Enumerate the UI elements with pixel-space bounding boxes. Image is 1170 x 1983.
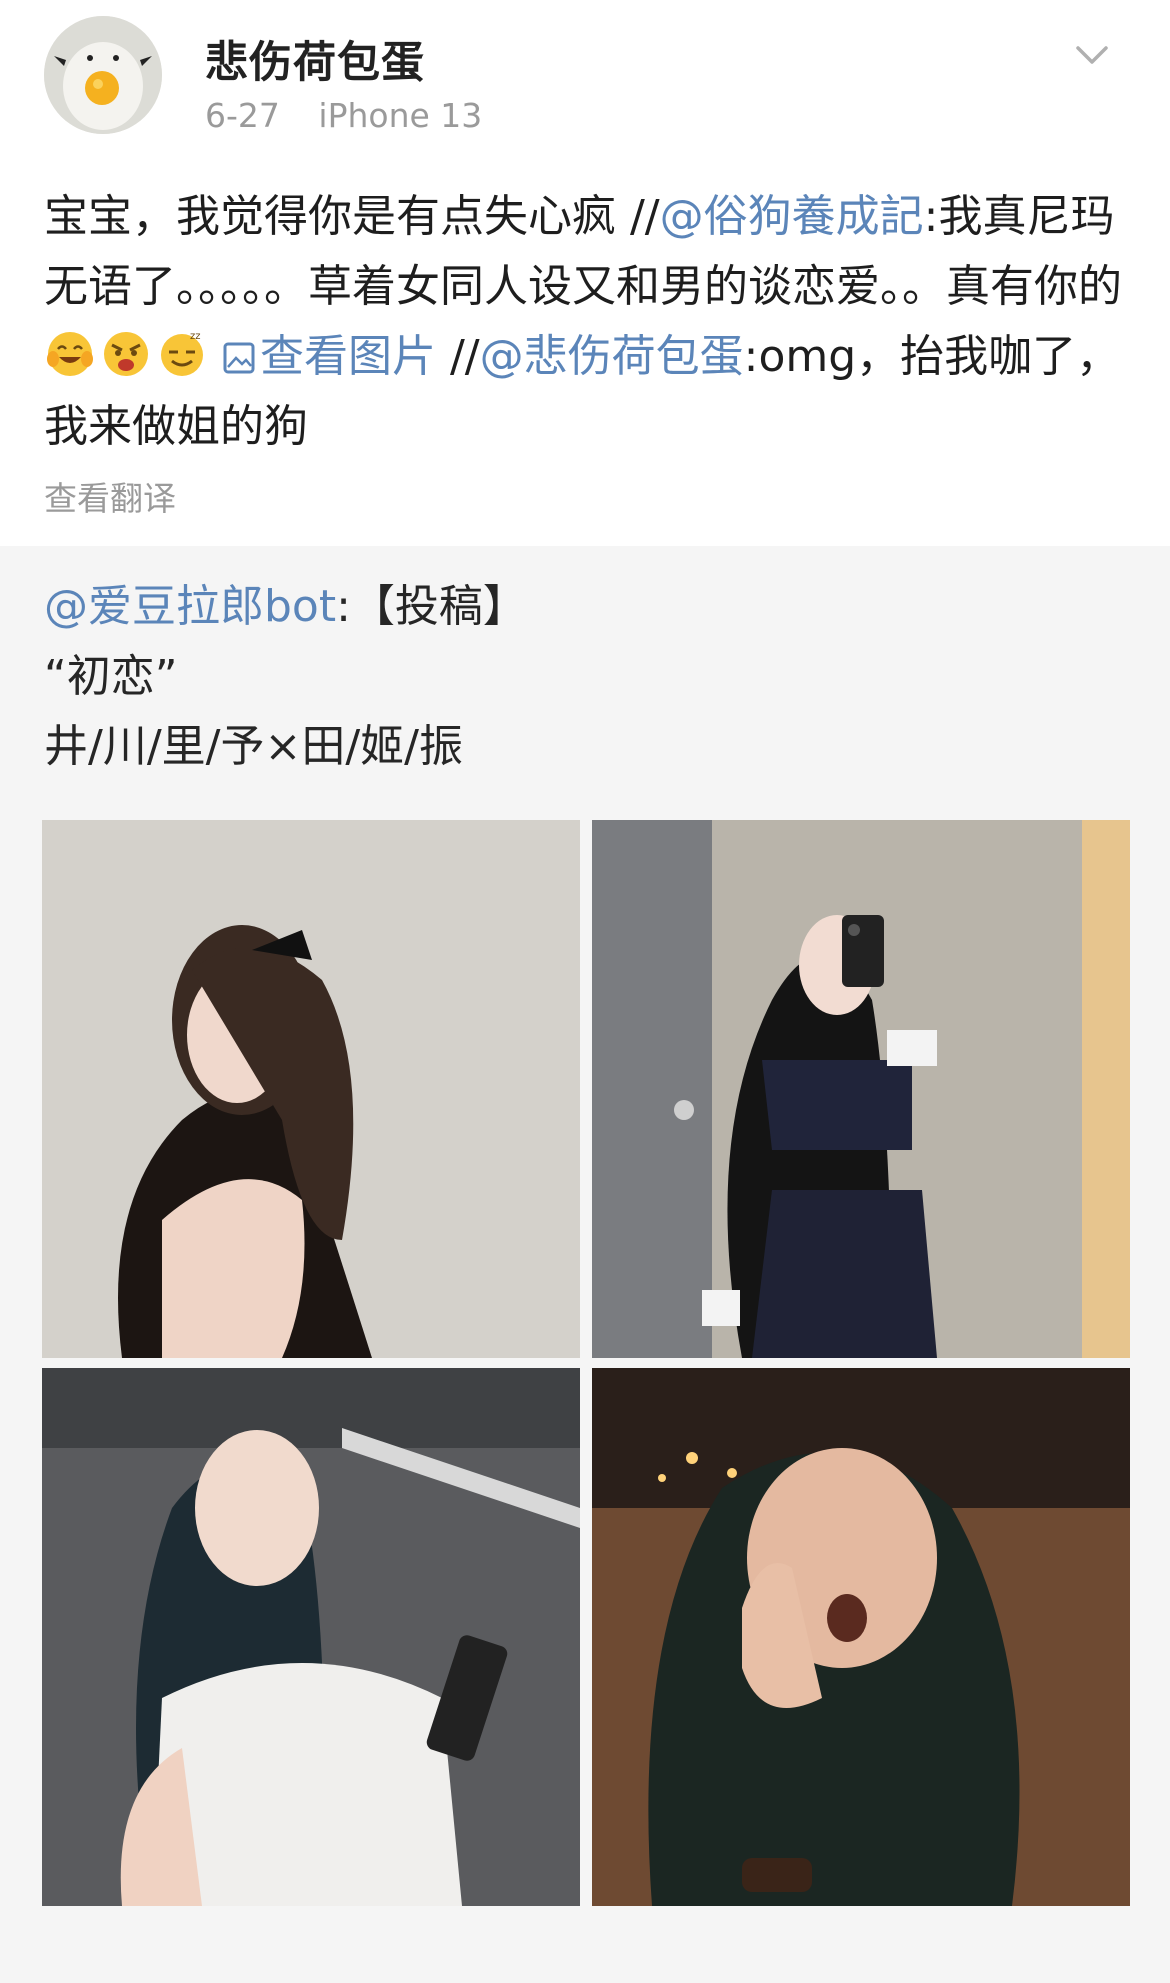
post-text-part3: // <box>436 331 480 382</box>
mention-link[interactable]: @悲伤荷包蛋 <box>480 331 744 382</box>
repost-line2: “初恋” <box>44 651 178 702</box>
mention-link[interactable]: @俗狗養成記 <box>660 191 924 242</box>
photo-2-image <box>592 820 1130 1358</box>
repost-author-mention[interactable]: @爱豆拉郎bot <box>44 581 336 632</box>
sweat-smile-emoji-icon: zz <box>161 331 203 376</box>
photo-3[interactable] <box>42 1368 580 1906</box>
post-date: 6-27 <box>205 96 280 135</box>
svg-text:zz: zz <box>190 331 201 342</box>
repost-card[interactable]: @爱豆拉郎bot:【投稿】 “初恋” 井/川/里/予×田/姬/振 <box>0 546 1170 1983</box>
laughing-tears-emoji-icon <box>47 332 93 376</box>
photo-2[interactable] <box>592 820 1130 1358</box>
chevron-down-icon[interactable] <box>1072 40 1112 70</box>
avatar-image <box>44 16 162 134</box>
repost-submission-tag: :【投稿】 <box>336 581 527 632</box>
photo-1[interactable] <box>42 820 580 1358</box>
image-icon[interactable] <box>222 341 256 375</box>
post-text-part1: 宝宝，我觉得你是有点失心疯 // <box>44 191 660 242</box>
repost-line1: @爱豆拉郎bot:【投稿】 <box>44 572 1126 642</box>
photo-4-image <box>592 1368 1130 1906</box>
repost-body: @爱豆拉郎bot:【投稿】 “初恋” 井/川/里/予×田/姬/振 <box>0 546 1170 782</box>
post-body: 宝宝，我觉得你是有点失心疯 //@俗狗養成記:我真尼玛无语了。。。。。草着女同人… <box>0 162 1170 462</box>
post-device: iPhone 13 <box>318 96 483 135</box>
photo-grid <box>42 820 1130 1906</box>
photo-1-image <box>42 820 580 1358</box>
post-meta: 6-27 iPhone 13 <box>205 96 510 135</box>
repost-line3: 井/川/里/予×田/姬/振 <box>44 721 463 772</box>
username[interactable]: 悲伤荷包蛋 <box>205 28 425 90</box>
photo-4[interactable] <box>592 1368 1130 1906</box>
photo-3-image <box>42 1368 580 1906</box>
avatar[interactable] <box>44 16 162 134</box>
translate-button[interactable]: 查看翻译 <box>0 462 1170 546</box>
angry-emoji-icon <box>104 332 148 376</box>
view-image-link[interactable]: 查看图片 <box>260 331 436 382</box>
post-header: 悲伤荷包蛋 6-27 iPhone 13 <box>0 0 1170 162</box>
